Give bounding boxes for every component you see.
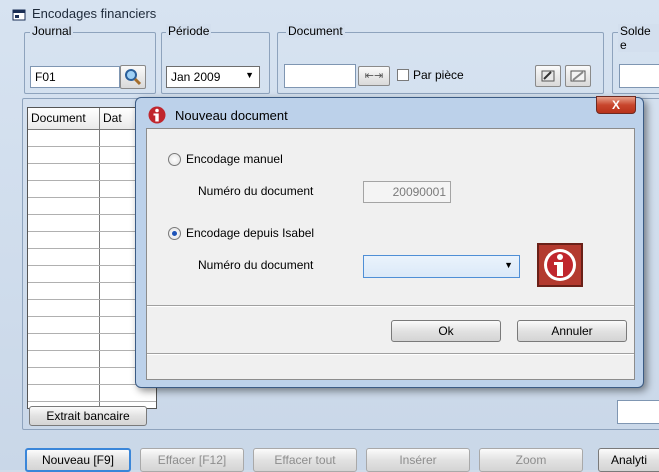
annuler-label: Annuler [551,324,593,338]
table-row[interactable] [28,385,156,402]
app-icon [12,9,26,21]
effacer-label: Effacer [F12] [157,453,227,467]
column-header-document[interactable]: Document [28,108,100,130]
zoom-button[interactable]: Zoom [479,448,583,472]
ok-button[interactable]: Ok [391,320,501,342]
radio-encodage-manuel[interactable] [168,153,181,166]
dialog-separator-bottom [147,353,634,355]
effacer-tout-label: Effacer tout [274,453,336,467]
dialog-title: Nouveau document [175,108,288,123]
document-nav-button[interactable]: ⇤⇥ [358,66,390,86]
dialog-panel: Encodage manuel Numéro du document 20090… [146,128,635,380]
annuler-button[interactable]: Annuler [517,320,627,342]
solde-label: Solde e [618,24,659,52]
isabel-doc-select[interactable]: ▼ [363,255,520,278]
dialog-separator [147,305,634,307]
analytique-button[interactable]: Analyti [598,448,659,472]
manual-doc-value: 20090001 [392,185,446,199]
periode-label: Période [166,24,212,38]
inserer-label: Insérer [399,453,437,467]
chevron-down-icon: ▼ [245,70,254,80]
document-clear-button[interactable] [565,65,591,87]
solde-input [619,64,659,88]
nouveau-document-dialog: Nouveau document X Encodage manuel Numér… [135,96,644,388]
isabel-logo-icon [544,249,576,281]
eraser-icon [570,70,586,82]
ok-label: Ok [438,324,454,338]
pencil-icon [541,70,555,82]
info-icon [148,106,166,124]
encodage-manuel-label: Encodage manuel [186,152,283,166]
encodage-isabel-label: Encodage depuis Isabel [186,226,315,240]
radio-encodage-isabel[interactable] [168,227,181,240]
document-input[interactable] [284,64,356,88]
search-icon [125,69,142,86]
arrows-icon: ⇤⇥ [364,70,384,82]
document-label: Document [286,24,345,38]
manual-doc-label: Numéro du document [198,184,314,198]
inserer-button[interactable]: Insérer [366,448,470,472]
isabel-doc-label: Numéro du document [198,258,314,272]
close-icon: X [611,98,620,112]
isabel-logo-button[interactable] [537,243,583,287]
periode-select[interactable]: Jan 2009 ▼ [166,66,260,88]
par-piece-checkbox[interactable] [397,69,409,81]
analytique-label: Analyti [611,453,648,467]
effacer-tout-button[interactable]: Effacer tout [253,448,357,472]
extrait-bancaire-button[interactable]: Extrait bancaire [29,406,147,426]
zoom-label: Zoom [515,453,547,467]
chevron-down-icon: ▼ [504,260,513,270]
total-field [617,400,659,424]
journal-label: Journal [30,24,74,38]
dialog-close-button[interactable]: X [596,96,636,114]
document-edit-button[interactable] [535,65,561,87]
periode-value: Jan 2009 [171,70,221,84]
journal-value: F01 [35,70,56,84]
manual-doc-input[interactable]: 20090001 [363,181,451,203]
window-title: Encodages financiers [32,6,157,21]
nouveau-label: Nouveau [F9] [41,453,115,467]
journal-input[interactable]: F01 [30,66,120,88]
nouveau-button[interactable]: Nouveau [F9] [25,448,131,472]
effacer-button[interactable]: Effacer [F12] [140,448,244,472]
journal-search-button[interactable] [120,65,146,89]
par-piece-label: Par pièce [413,68,464,82]
